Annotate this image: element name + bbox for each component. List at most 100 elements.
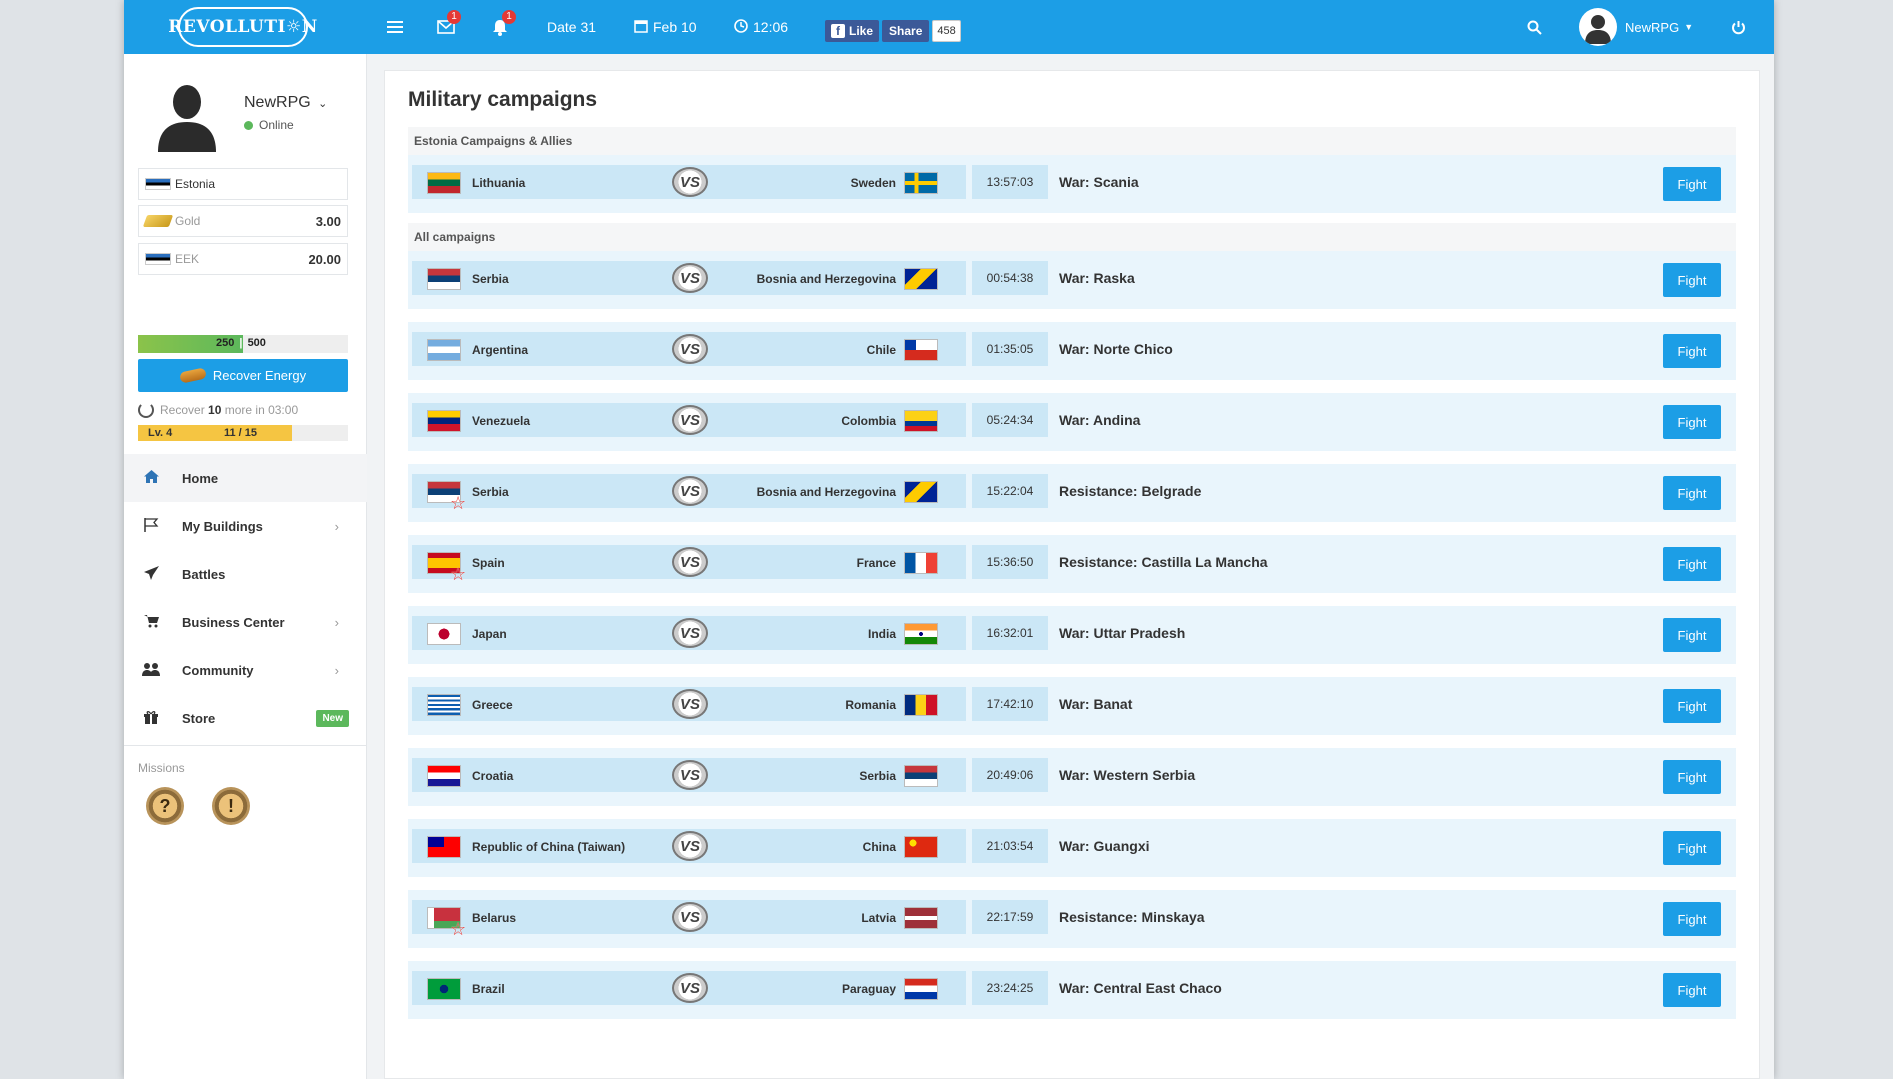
defender-name[interactable]: Colombia bbox=[841, 414, 896, 428]
campaign-timer: 15:36:50 bbox=[972, 545, 1048, 579]
menu-icon[interactable] bbox=[387, 0, 403, 54]
attacker-name[interactable]: Venezuela bbox=[472, 414, 530, 428]
user-avatar[interactable] bbox=[1579, 8, 1617, 46]
campaign-title[interactable]: Resistance: Minskaya bbox=[1059, 909, 1205, 925]
campaign-title[interactable]: War: Scania bbox=[1059, 174, 1139, 190]
mail-icon[interactable] bbox=[437, 0, 455, 54]
fight-button[interactable]: Fight bbox=[1663, 831, 1721, 865]
mission-exclamation-icon[interactable]: ! bbox=[212, 787, 250, 825]
online-status-text: Online bbox=[259, 118, 294, 132]
defender-name[interactable]: Paraguay bbox=[842, 982, 896, 996]
fight-button[interactable]: Fight bbox=[1663, 405, 1721, 439]
campaign-title[interactable]: War: Uttar Pradesh bbox=[1059, 625, 1185, 641]
campaign-region: Guangxi bbox=[1093, 838, 1150, 854]
attacker-name[interactable]: Greece bbox=[472, 698, 513, 712]
defender-name[interactable]: Bosnia and Herzegovina bbox=[757, 272, 896, 286]
logo[interactable]: REVOLLUTI☼N bbox=[168, 7, 317, 47]
fight-button[interactable]: Fight bbox=[1663, 334, 1721, 368]
attacker-flag-icon bbox=[427, 694, 461, 716]
attacker-name[interactable]: Spain bbox=[472, 556, 505, 570]
calendar-date-text: Feb 10 bbox=[653, 19, 697, 35]
attacker-name[interactable]: Belarus bbox=[472, 911, 516, 925]
facebook-like-button[interactable]: f Like bbox=[825, 20, 880, 42]
search-icon[interactable] bbox=[1527, 0, 1542, 54]
fight-button[interactable]: Fight bbox=[1663, 760, 1721, 794]
campaign-title[interactable]: Resistance: Belgrade bbox=[1059, 483, 1201, 499]
defender-name[interactable]: China bbox=[863, 840, 896, 854]
user-menu[interactable]: NewRPG ▼ bbox=[1625, 0, 1693, 54]
fight-button[interactable]: Fight bbox=[1663, 618, 1721, 652]
power-icon[interactable] bbox=[1731, 0, 1746, 54]
fight-button[interactable]: Fight bbox=[1663, 973, 1721, 1007]
attacker-name[interactable]: Japan bbox=[472, 627, 507, 641]
users-icon bbox=[142, 662, 160, 679]
recover-prefix: Recover bbox=[160, 403, 205, 417]
loading-spinner-icon bbox=[138, 402, 154, 418]
campaign-region: Belgrade bbox=[1141, 483, 1202, 499]
campaign-row: Croatia VS Serbia 20:49:06 War: Western … bbox=[408, 748, 1736, 806]
campaign-title[interactable]: War: Guangxi bbox=[1059, 838, 1150, 854]
defender-name[interactable]: India bbox=[868, 627, 896, 641]
campaign-title[interactable]: War: Banat bbox=[1059, 696, 1132, 712]
attacker-name[interactable]: Serbia bbox=[472, 485, 509, 499]
sidebar-item-store[interactable]: Store New bbox=[124, 694, 367, 742]
section-allies-label: Estonia Campaigns & Allies bbox=[408, 127, 1736, 155]
clock-text: 12:06 bbox=[753, 19, 789, 35]
fight-button[interactable]: Fight bbox=[1663, 476, 1721, 510]
defender-name[interactable]: Chile bbox=[867, 343, 896, 357]
mission-question-icon[interactable]: ? bbox=[146, 787, 184, 825]
sidebar-item-community[interactable]: Community › bbox=[124, 646, 367, 694]
country-field[interactable]: Estonia bbox=[138, 168, 348, 200]
fight-button[interactable]: Fight bbox=[1663, 547, 1721, 581]
attacker-flag-icon bbox=[427, 339, 461, 361]
recover-energy-button[interactable]: Recover Energy bbox=[138, 359, 348, 392]
sidebar-item-business-center[interactable]: Business Center › bbox=[124, 598, 367, 646]
campaign-row: Serbia VS Bosnia and Herzegovina 00:54:3… bbox=[408, 251, 1736, 309]
campaign-title[interactable]: War: Central East Chaco bbox=[1059, 980, 1222, 996]
energy-separator: | bbox=[239, 337, 243, 349]
gift-icon bbox=[142, 710, 160, 727]
sidebar-item-battles[interactable]: Battles bbox=[124, 550, 367, 598]
campaign-title[interactable]: War: Raska bbox=[1059, 270, 1135, 286]
attacker-name[interactable]: Croatia bbox=[472, 769, 513, 783]
online-dot-icon bbox=[244, 120, 253, 130]
campaign-row: Lithuania VS Sweden 13:57:03 War: Scania… bbox=[408, 155, 1736, 213]
attacker-name[interactable]: Argentina bbox=[472, 343, 528, 357]
sidebar-item-my-buildings[interactable]: My Buildings › bbox=[124, 502, 367, 550]
fight-button[interactable]: Fight bbox=[1663, 263, 1721, 297]
bell-icon[interactable] bbox=[492, 0, 508, 54]
attacker-flag-icon bbox=[427, 410, 461, 432]
profile-name[interactable]: NewRPG ⌄ bbox=[244, 94, 327, 112]
fight-button[interactable]: Fight bbox=[1663, 167, 1721, 201]
campaign-row: Republic of China (Taiwan) VS China 21:0… bbox=[408, 819, 1736, 877]
defender-name[interactable]: France bbox=[857, 556, 896, 570]
defender-name[interactable]: Sweden bbox=[851, 176, 896, 190]
fight-button[interactable]: Fight bbox=[1663, 902, 1721, 936]
campaign-title[interactable]: War: Norte Chico bbox=[1059, 341, 1173, 357]
profile-avatar[interactable] bbox=[156, 80, 218, 152]
campaign-title[interactable]: War: Andina bbox=[1059, 412, 1140, 428]
campaign-timer: 21:03:54 bbox=[972, 829, 1048, 863]
campaign-title[interactable]: War: Western Serbia bbox=[1059, 767, 1195, 783]
campaign-type: Resistance: bbox=[1059, 554, 1138, 570]
attacker-name[interactable]: Brazil bbox=[472, 982, 505, 996]
sidebar-item-my-buildings-label: My Buildings bbox=[182, 518, 263, 534]
defender-name[interactable]: Latvia bbox=[861, 911, 896, 925]
fight-button[interactable]: Fight bbox=[1663, 689, 1721, 723]
campaign-title[interactable]: Resistance: Castilla La Mancha bbox=[1059, 554, 1268, 570]
sidebar-item-home[interactable]: Home bbox=[124, 454, 367, 502]
attacker-name[interactable]: Republic of China (Taiwan) bbox=[472, 840, 625, 854]
facebook-share-button[interactable]: Share bbox=[882, 20, 930, 42]
vs-icon: VS bbox=[672, 167, 708, 197]
attacker-name[interactable]: Serbia bbox=[472, 272, 509, 286]
defender-name[interactable]: Serbia bbox=[859, 769, 896, 783]
attacker-name[interactable]: Lithuania bbox=[472, 176, 525, 190]
game-date: Date 31 bbox=[547, 19, 597, 35]
energy-max: 500 bbox=[247, 337, 266, 349]
campaign-timer: 01:35:05 bbox=[972, 332, 1048, 366]
chevron-right-icon: › bbox=[334, 614, 339, 630]
vs-icon: VS bbox=[672, 831, 708, 861]
defender-name[interactable]: Romania bbox=[845, 698, 896, 712]
defender-name[interactable]: Bosnia and Herzegovina bbox=[757, 485, 896, 499]
facebook-share-count: 458 bbox=[932, 20, 961, 42]
